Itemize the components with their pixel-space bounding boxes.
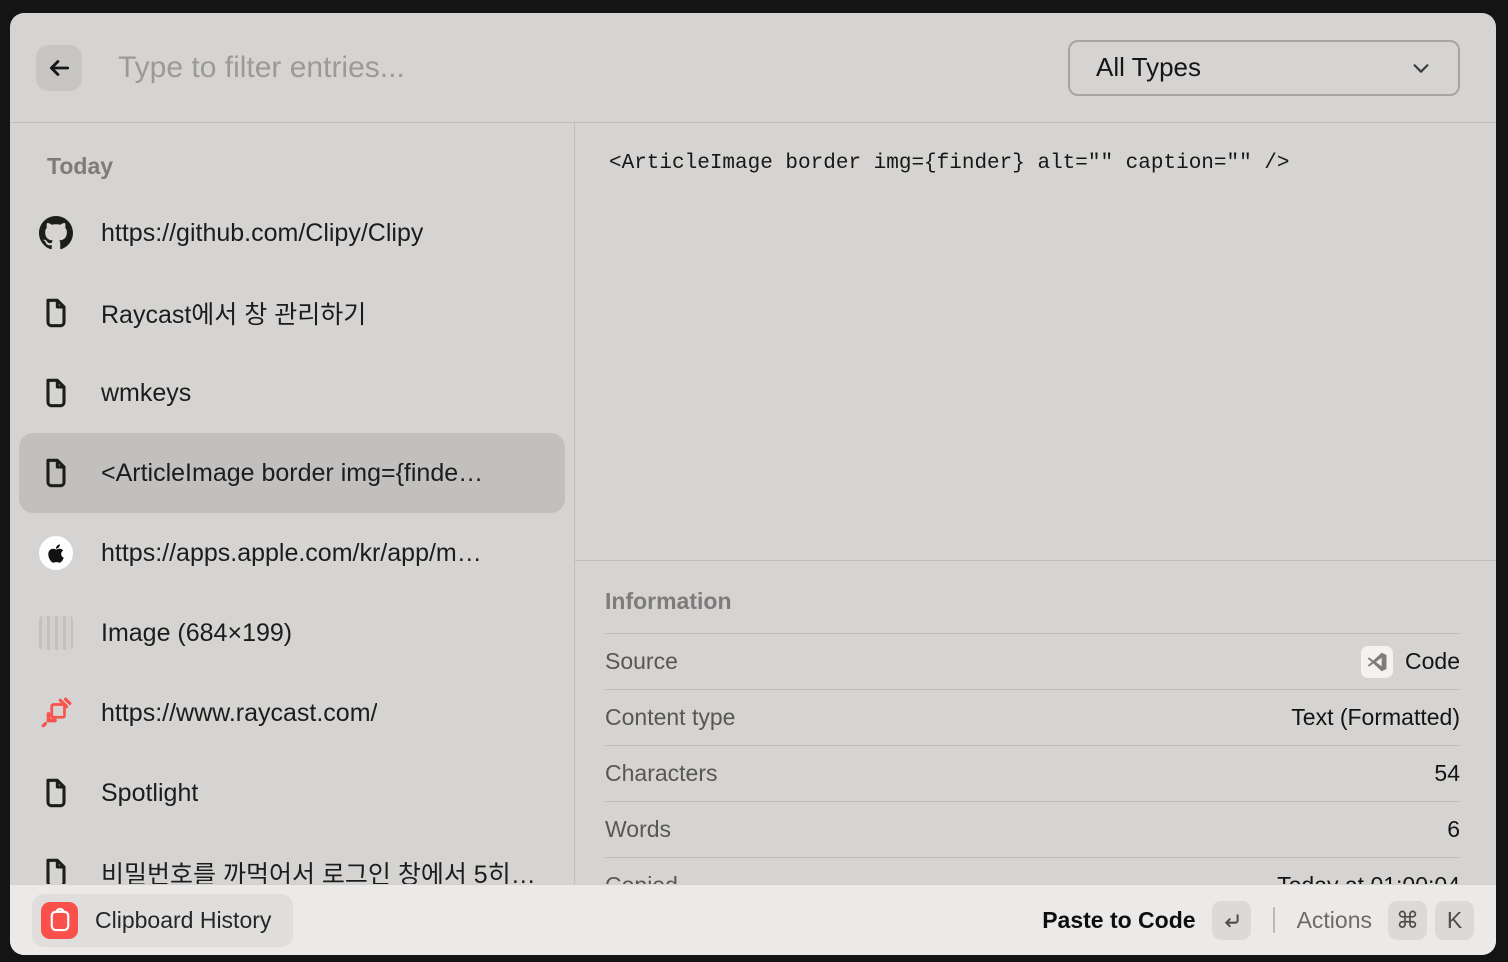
return-key[interactable] — [1212, 901, 1251, 940]
info-value-characters: 54 — [1434, 760, 1460, 787]
apple-icon — [39, 536, 73, 570]
preview-code: <ArticleImage border img={finder} alt=""… — [609, 152, 1462, 175]
list-item-label: https://github.com/Clipy/Clipy — [101, 219, 423, 248]
document-icon — [39, 456, 73, 490]
list-item[interactable]: https://www.raycast.com/ — [19, 673, 565, 753]
info-label: Characters — [605, 760, 717, 787]
list-item[interactable]: https://github.com/Clipy/Clipy — [19, 193, 565, 273]
list-item[interactable]: Spotlight — [19, 753, 565, 833]
primary-action-label[interactable]: Paste to Code — [1042, 907, 1195, 934]
actions-label[interactable]: Actions — [1297, 907, 1372, 934]
info-row-content-type: Content type Text (Formatted) — [605, 689, 1460, 745]
list-item[interactable]: Raycast에서 창 관리하기 — [19, 273, 565, 353]
raycast-clipboard-window: All Types Today https://github.com/Clipy… — [10, 13, 1496, 955]
search-input[interactable] — [118, 51, 1068, 85]
github-icon — [39, 216, 73, 250]
arrow-left-icon — [46, 55, 72, 81]
filter-type-dropdown[interactable]: All Types — [1068, 40, 1460, 96]
info-value-words: 6 — [1447, 816, 1460, 843]
list-item-selected[interactable]: <ArticleImage border img={finde… — [19, 433, 565, 513]
section-label-today: Today — [47, 153, 565, 180]
info-label: Source — [605, 648, 678, 675]
info-row-words: Words 6 — [605, 801, 1460, 857]
command-key[interactable]: ⌘ — [1388, 901, 1427, 940]
info-value-source: Code — [1405, 648, 1460, 675]
list-item-label: Image (684×199) — [101, 619, 292, 648]
info-row-source: Source Code — [605, 633, 1460, 689]
document-icon — [39, 776, 73, 810]
list-item-label: https://www.raycast.com/ — [101, 699, 377, 728]
vscode-icon — [1361, 646, 1393, 678]
info-value-content-type: Text (Formatted) — [1291, 704, 1460, 731]
back-button[interactable] — [36, 45, 82, 91]
header: All Types — [10, 13, 1496, 123]
document-icon — [39, 296, 73, 330]
app-name: Clipboard History — [95, 907, 271, 934]
document-icon — [39, 376, 73, 410]
list-item[interactable]: Image (684×199) — [19, 593, 565, 673]
information-section: Information Source Code Content type Tex… — [575, 561, 1496, 913]
filter-type-value: All Types — [1096, 52, 1201, 83]
info-row-characters: Characters 54 — [605, 745, 1460, 801]
list-item-label: Spotlight — [101, 779, 198, 808]
list-item[interactable]: wmkeys — [19, 353, 565, 433]
list-item[interactable]: https://apps.apple.com/kr/app/m… — [19, 513, 565, 593]
detail-panel: <ArticleImage border img={finder} alt=""… — [575, 123, 1496, 955]
chevron-down-icon — [1410, 57, 1432, 79]
list-item-label: <ArticleImage border img={finde… — [101, 459, 483, 488]
separator — [1273, 907, 1275, 933]
info-label: Words — [605, 816, 671, 843]
main-area: Today https://github.com/Clipy/Clipy Ray… — [10, 123, 1496, 955]
clipboard-preview: <ArticleImage border img={finder} alt=""… — [575, 123, 1496, 561]
app-chip[interactable]: Clipboard History — [32, 894, 293, 947]
image-thumbnail — [39, 616, 73, 650]
clipboard-history-icon — [41, 902, 78, 939]
information-title: Information — [605, 588, 1460, 633]
history-list-panel: Today https://github.com/Clipy/Clipy Ray… — [10, 123, 575, 955]
k-key[interactable]: K — [1435, 901, 1474, 940]
info-label: Content type — [605, 704, 735, 731]
raycast-icon — [39, 696, 73, 730]
list-item-label: Raycast에서 창 관리하기 — [101, 295, 366, 331]
list-item-label: https://apps.apple.com/kr/app/m… — [101, 539, 482, 568]
return-icon — [1221, 910, 1242, 931]
action-bar: Clipboard History Paste to Code Actions … — [10, 884, 1496, 955]
list-item-label: wmkeys — [101, 379, 191, 408]
